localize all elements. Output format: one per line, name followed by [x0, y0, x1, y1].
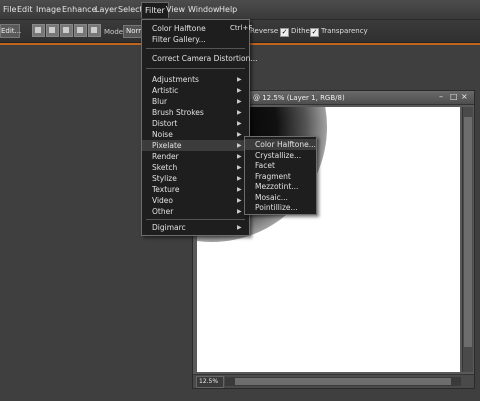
- menu-item-noise[interactable]: Noise ▶: [142, 129, 249, 140]
- document-status-bar: 12.5%: [193, 374, 474, 388]
- menu-help[interactable]: Help: [219, 5, 237, 14]
- menu-item-other[interactable]: Other ▶: [142, 206, 249, 217]
- menu-item-adjustments[interactable]: Adjustments ▶: [142, 74, 249, 85]
- menu-item-texture[interactable]: Texture ▶: [142, 184, 249, 195]
- transparency-check-icon[interactable]: ✓: [310, 28, 319, 37]
- pixelate-submenu: Color Halftone... Crystallize... Facet F…: [244, 136, 317, 215]
- submenu-arrow-icon: ▶: [237, 109, 242, 116]
- submenu-item-crystallize[interactable]: Crystallize...: [245, 150, 316, 161]
- submenu-item-fragment[interactable]: Fragment: [245, 171, 316, 182]
- reverse-label: Reverse: [250, 27, 279, 35]
- submenu-arrow-icon: ▶: [237, 153, 242, 160]
- menu-separator: [146, 219, 245, 220]
- menu-item-blur[interactable]: Blur ▶: [142, 96, 249, 107]
- zoom-field[interactable]: 12.5%: [196, 376, 224, 388]
- menu-item-video[interactable]: Video ▶: [142, 195, 249, 206]
- submenu-item-facet[interactable]: Facet: [245, 160, 316, 171]
- menu-select[interactable]: Select: [118, 5, 143, 14]
- submenu-arrow-icon: ▶: [237, 142, 242, 149]
- submenu-arrow-icon: ▶: [237, 175, 242, 182]
- menu-view[interactable]: View: [166, 5, 185, 14]
- filter-menu: Color Halftone Ctrl+F Filter Gallery... …: [141, 19, 257, 236]
- submenu-arrow-icon: ▶: [237, 208, 242, 215]
- menu-layer[interactable]: Layer: [95, 5, 117, 14]
- menu-item-filter-gallery[interactable]: Filter Gallery...: [142, 34, 249, 45]
- submenu-item-pointillize[interactable]: Pointillize...: [245, 202, 316, 213]
- menu-item-color-halftone-last[interactable]: Color Halftone Ctrl+F: [142, 23, 253, 34]
- reflected-gradient-icon[interactable]: [74, 24, 87, 37]
- menu-item-artistic[interactable]: Artistic ▶: [142, 85, 249, 96]
- menu-filter[interactable]: Filter: [141, 2, 169, 18]
- submenu-arrow-icon: ▶: [237, 224, 242, 231]
- transparency-label: Transparency: [321, 27, 368, 35]
- horizontal-scroll-thumb[interactable]: [235, 378, 451, 385]
- menu-item-digimarc[interactable]: Digimarc ▶: [142, 222, 249, 233]
- dither-checkbox[interactable]: ✓ Dither: [280, 27, 313, 37]
- menu-separator: [146, 68, 245, 69]
- angle-gradient-icon[interactable]: [60, 24, 73, 37]
- minimize-icon[interactable]: –: [439, 92, 443, 101]
- shortcut-label: Ctrl+F: [230, 24, 253, 32]
- menu-window[interactable]: Window: [188, 5, 220, 14]
- maximize-icon[interactable]: □: [450, 92, 458, 101]
- menu-item-distort[interactable]: Distort ▶: [142, 118, 249, 129]
- close-icon[interactable]: ×: [461, 92, 468, 101]
- document-title: @ 12.5% (Layer 1, RGB/8): [253, 94, 345, 102]
- menu-item-sketch[interactable]: Sketch ▶: [142, 162, 249, 173]
- menu-file[interactable]: File: [3, 5, 16, 14]
- submenu-arrow-icon: ▶: [237, 164, 242, 171]
- reverse-checkbox[interactable]: Reverse: [250, 27, 278, 35]
- menu-separator: [146, 48, 245, 49]
- menu-enhance[interactable]: Enhance: [62, 5, 97, 14]
- transparency-checkbox[interactable]: ✓ Transparency: [310, 27, 368, 37]
- menu-bar: File Edit Image Enhance Layer Select Fil…: [0, 0, 480, 20]
- submenu-arrow-icon: ▶: [237, 98, 242, 105]
- linear-gradient-icon[interactable]: [32, 24, 45, 37]
- vertical-scrollbar[interactable]: [462, 107, 473, 372]
- submenu-arrow-icon: ▶: [237, 131, 242, 138]
- diamond-gradient-icon[interactable]: [88, 24, 101, 37]
- menu-item-render[interactable]: Render ▶: [142, 151, 249, 162]
- submenu-arrow-icon: ▶: [237, 186, 242, 193]
- menu-edit[interactable]: Edit: [17, 5, 33, 14]
- gradient-edit-button[interactable]: Edit...: [0, 24, 21, 38]
- submenu-arrow-icon: ▶: [237, 87, 242, 94]
- vertical-scroll-thumb[interactable]: [464, 117, 472, 347]
- menu-item-correct-camera-distortion[interactable]: Correct Camera Distortion...: [142, 53, 257, 64]
- menu-image[interactable]: Image: [36, 5, 61, 14]
- submenu-arrow-icon: ▶: [237, 197, 242, 204]
- dither-check-icon[interactable]: ✓: [280, 28, 289, 37]
- submenu-item-mosaic[interactable]: Mosaic...: [245, 192, 316, 203]
- submenu-item-mezzotint[interactable]: Mezzotint...: [245, 181, 316, 192]
- radial-gradient-icon[interactable]: [46, 24, 59, 37]
- menu-item-pixelate[interactable]: Pixelate ▶: [142, 140, 249, 151]
- horizontal-scrollbar[interactable]: [225, 377, 461, 386]
- menu-item-brush-strokes[interactable]: Brush Strokes ▶: [142, 107, 249, 118]
- submenu-item-color-halftone[interactable]: Color Halftone...: [245, 139, 316, 150]
- menu-item-stylize[interactable]: Stylize ▶: [142, 173, 249, 184]
- gradient-type-buttons: [32, 24, 102, 37]
- submenu-arrow-icon: ▶: [237, 120, 242, 127]
- submenu-arrow-icon: ▶: [237, 76, 242, 83]
